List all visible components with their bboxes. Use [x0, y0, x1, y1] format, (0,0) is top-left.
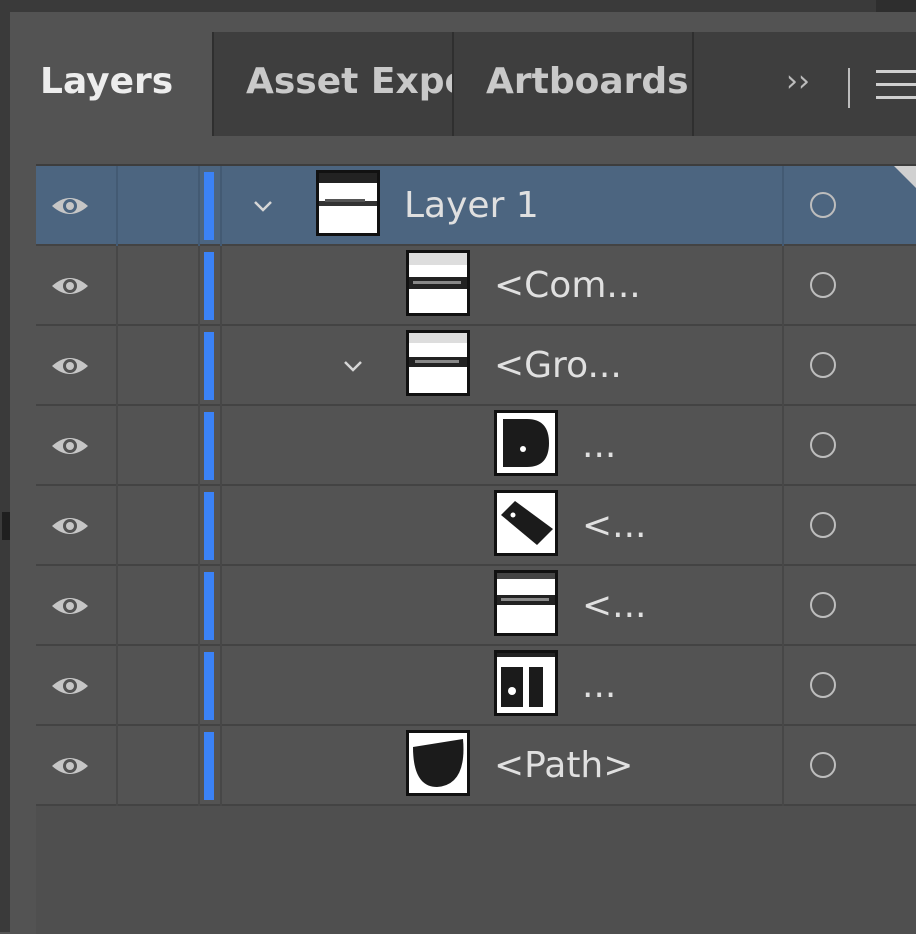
d-shape-icon [494, 410, 558, 476]
eye-icon[interactable] [50, 350, 90, 382]
layer-name: <... [582, 505, 647, 546]
tab-label: Layers [40, 61, 174, 102]
target-circle-icon[interactable] [810, 672, 836, 698]
layer-color-indicator [204, 172, 214, 240]
eye-icon[interactable] [50, 750, 90, 782]
layer-name: Layer 1 [404, 185, 539, 226]
tab-label: Artboards [486, 61, 689, 102]
layer-color-indicator [204, 412, 214, 480]
eye-icon[interactable] [50, 190, 90, 222]
layer-color-indicator [204, 332, 214, 400]
eye-icon[interactable] [50, 510, 90, 542]
layer-color-indicator [204, 652, 214, 720]
window-top-bar [0, 0, 916, 12]
target-circle-icon[interactable] [810, 352, 836, 378]
layer-name: ... [582, 425, 617, 466]
layer-row[interactable]: <Com... [36, 246, 916, 326]
tab-overflow-button[interactable]: ›› [786, 32, 810, 136]
glyph-icon [494, 650, 558, 716]
layer-name: <Path> [494, 745, 634, 786]
target-circle-icon[interactable] [810, 192, 836, 218]
tab-label: Asset Expo [246, 61, 452, 102]
tab-divider [848, 68, 850, 108]
eye-icon[interactable] [50, 430, 90, 462]
layer-row[interactable]: Layer 1 [36, 166, 916, 246]
layer-row[interactable]: ... [36, 646, 916, 726]
layer-row[interactable]: ... [36, 406, 916, 486]
layer-name: <... [582, 585, 647, 626]
bar-icon [406, 250, 470, 316]
layer-name: <Gro... [494, 345, 622, 386]
layer-name: ... [582, 665, 617, 706]
bar-icon [316, 170, 380, 236]
bar-icon [406, 330, 470, 396]
eye-icon[interactable] [50, 270, 90, 302]
layer-row[interactable]: <Gro... [36, 326, 916, 406]
tilted-rect-icon [494, 490, 558, 556]
layer-color-indicator [204, 492, 214, 560]
window-left-edge [0, 12, 10, 932]
tab-asset-export[interactable]: Asset Expo [214, 32, 452, 136]
panel-menu-icon[interactable] [876, 70, 916, 100]
target-circle-icon[interactable] [810, 272, 836, 298]
corner-indicator [894, 166, 916, 188]
target-circle-icon[interactable] [810, 512, 836, 538]
layer-row[interactable]: <Path> [36, 726, 916, 806]
layer-color-indicator [204, 732, 214, 800]
chevron-down-icon[interactable] [342, 358, 364, 374]
layer-name: <Com... [494, 265, 641, 306]
target-circle-icon[interactable] [810, 592, 836, 618]
eye-icon[interactable] [50, 590, 90, 622]
layer-color-indicator [204, 572, 214, 640]
eye-icon[interactable] [50, 670, 90, 702]
layers-list: Layer 1 <Com... <Gro... ... <... <... ..… [36, 164, 916, 934]
layers-panel: Layers Asset Expo Artboards ›› Layer 1 <… [10, 12, 916, 934]
tab-layers[interactable]: Layers [10, 32, 212, 136]
tab-artboards[interactable]: Artboards [454, 32, 692, 136]
target-circle-icon[interactable] [810, 752, 836, 778]
target-circle-icon[interactable] [810, 432, 836, 458]
layer-row[interactable]: <... [36, 566, 916, 646]
bar-icon [494, 570, 558, 636]
panel-tab-strip: Layers Asset Expo Artboards ›› [10, 32, 916, 136]
layer-color-indicator [204, 252, 214, 320]
layer-row[interactable]: <... [36, 486, 916, 566]
half-circle-icon [406, 730, 470, 796]
chevron-down-icon[interactable] [252, 198, 274, 214]
